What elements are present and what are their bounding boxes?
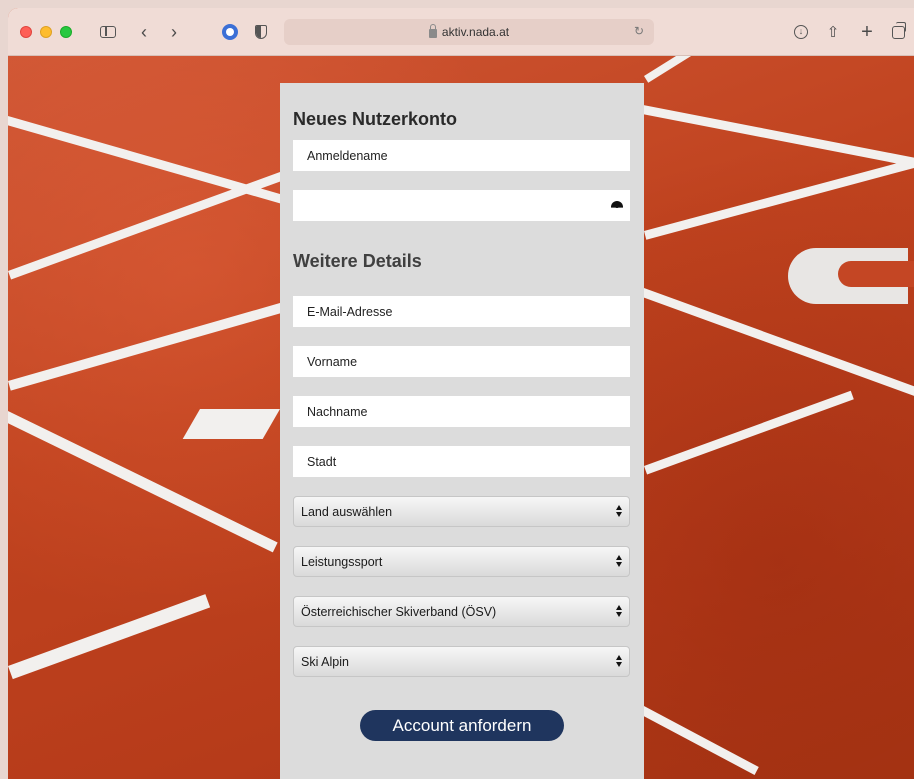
browser-window: ‹ › aktiv.nada.at ↻ ↓ ⇧ + Neues Nutzerko… xyxy=(8,8,914,779)
city-field[interactable]: Stadt xyxy=(293,446,630,477)
reload-icon[interactable]: ↻ xyxy=(634,24,644,38)
username-field[interactable]: Anmeldename xyxy=(293,140,630,171)
track-line xyxy=(636,104,914,171)
lock-icon xyxy=(428,23,437,38)
tab-overview-icon[interactable] xyxy=(888,21,908,42)
lastname-field[interactable]: Nachname xyxy=(293,396,630,427)
url-text: aktiv.nada.at xyxy=(441,25,510,39)
sport-type-select-value: Leistungssport xyxy=(301,554,383,569)
sidebar-icon[interactable] xyxy=(98,22,118,42)
track-number-gap xyxy=(838,261,914,287)
page-viewport: Neues Nutzerkonto Anmeldename Weitere De… xyxy=(8,56,914,779)
sport-type-select[interactable]: Leistungssport xyxy=(293,546,630,577)
new-tab-icon[interactable]: + xyxy=(858,21,876,43)
track-line xyxy=(8,298,300,391)
track-line xyxy=(8,594,211,680)
track-line xyxy=(644,56,700,83)
select-chevron-icon xyxy=(615,655,623,667)
email-field[interactable]: E-Mail-Adresse xyxy=(293,296,630,327)
password-field[interactable] xyxy=(293,190,630,221)
back-icon[interactable]: ‹ xyxy=(136,22,152,42)
track-marker xyxy=(182,409,280,439)
download-icon[interactable]: ↓ xyxy=(792,22,810,42)
track-line xyxy=(639,706,759,775)
track-line xyxy=(640,288,914,400)
request-account-button[interactable]: Account anfordern xyxy=(360,710,564,741)
minimize-window-button[interactable] xyxy=(40,26,52,38)
registration-card: Neues Nutzerkonto Anmeldename Weitere De… xyxy=(280,83,644,779)
federation-select[interactable]: Österreichischer Skiverband (ÖSV) xyxy=(293,596,630,627)
select-chevron-icon xyxy=(615,505,623,517)
select-chevron-icon xyxy=(615,555,623,567)
track-line xyxy=(644,153,914,240)
firstname-field[interactable]: Vorname xyxy=(293,346,630,377)
forward-icon[interactable]: › xyxy=(166,22,182,42)
federation-select-value: Österreichischer Skiverband (ÖSV) xyxy=(301,604,497,619)
share-icon[interactable]: ⇧ xyxy=(824,22,842,42)
track-line xyxy=(8,116,297,208)
country-select-value: Land auswählen xyxy=(301,504,393,519)
privacy-shield-icon[interactable] xyxy=(252,22,270,42)
select-chevron-icon xyxy=(615,605,623,617)
page-title: Neues Nutzerkonto xyxy=(293,109,458,129)
track-line xyxy=(644,390,854,475)
discipline-select-value: Ski Alpin xyxy=(301,654,349,669)
address-bar[interactable]: aktiv.nada.at ↻ xyxy=(284,19,654,45)
track-line xyxy=(8,168,293,280)
discipline-select[interactable]: Ski Alpin xyxy=(293,646,630,677)
section-title-details: Weitere Details xyxy=(293,251,422,271)
show-password-eye-icon[interactable] xyxy=(611,201,623,209)
close-window-button[interactable] xyxy=(20,26,32,38)
zoom-window-button[interactable] xyxy=(60,26,72,38)
browser-titlebar: ‹ › aktiv.nada.at ↻ ↓ ⇧ + xyxy=(8,8,914,56)
password-manager-icon[interactable] xyxy=(220,22,240,42)
country-select[interactable]: Land auswählen xyxy=(293,496,630,527)
